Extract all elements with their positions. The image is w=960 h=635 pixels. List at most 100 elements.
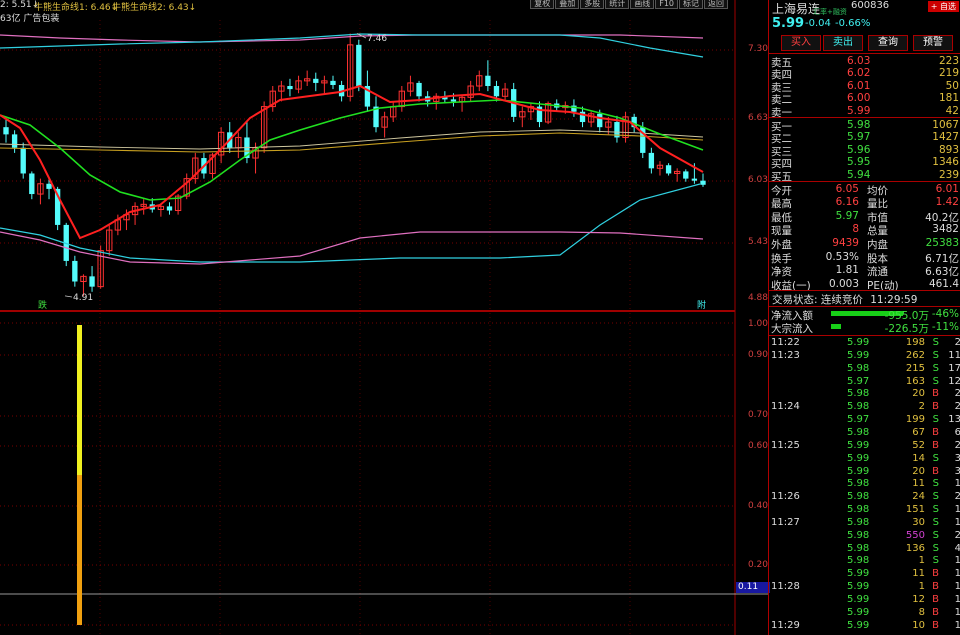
trade-button-3[interactable]: 预警: [913, 35, 953, 51]
tick-price: 5.99: [847, 568, 870, 580]
flow-pct: -11%: [931, 321, 959, 333]
toolbar-button-2[interactable]: 多股: [580, 0, 605, 9]
order-volume: 239: [938, 168, 959, 181]
tick-count: 2: [954, 337, 960, 348]
flow-pct: -46%: [931, 308, 959, 320]
tick-row[interactable]: 5.98 151 S 1: [771, 504, 960, 517]
tick-count: 2: [954, 529, 960, 541]
tick-count: 4: [954, 542, 960, 554]
toolbar-button-5[interactable]: F10: [655, 0, 678, 9]
candle-body: [597, 113, 603, 128]
trade-button-1[interactable]: 卖出: [823, 35, 863, 51]
tick-price: 5.98: [847, 478, 870, 490]
tick-volume: 52: [912, 439, 925, 451]
kline-chart-area[interactable]: 2: 5.51↓ 牛熊生命线1: 6.46↓ 牛熊生命线2: 6.43↓ 63亿…: [0, 0, 768, 635]
tick-volume: 550: [905, 529, 925, 541]
tick-count: 1: [954, 594, 960, 605]
tick-row[interactable]: 5.99 20 B 3: [771, 466, 960, 479]
tick-volume: 163: [905, 375, 925, 387]
tick-row[interactable]: 5.98 11 S 1: [771, 478, 960, 491]
tick-row[interactable]: 11:27 5.98 30 S 1: [771, 517, 960, 530]
tick-volume: 10: [912, 619, 925, 631]
tick-row[interactable]: 5.99 14 S 3: [771, 453, 960, 466]
tick-row[interactable]: 5.99 11 B 1: [771, 568, 960, 581]
tick-row[interactable]: 11:22 5.99 198 S 2: [771, 337, 960, 350]
tick-side: B: [932, 401, 939, 413]
low-marker: [64, 295, 73, 298]
tick-price: 5.98: [847, 529, 870, 541]
trade-status-value: 连续竞价: [820, 294, 863, 306]
tick-row[interactable]: 5.98 67 B 6: [771, 427, 960, 440]
toolbar-button-1[interactable]: 叠加: [555, 0, 580, 9]
tick-count: 12: [948, 375, 960, 387]
tick-volume: 12: [912, 594, 925, 605]
low-price-label: 4.91: [73, 293, 93, 303]
tick-volume: 20: [912, 388, 925, 400]
tick-volume: 8: [918, 606, 925, 618]
tick-time: 11:24: [771, 401, 800, 413]
order-volume: 50: [945, 79, 959, 92]
price-chart[interactable]: 7.46 4.91 跌 附: [0, 0, 768, 635]
tick-price: 5.99: [847, 606, 870, 618]
toolbar-button-4[interactable]: 画线: [630, 0, 655, 9]
tick-row[interactable]: 5.98 20 B 2: [771, 388, 960, 401]
tick-count: 11: [948, 349, 960, 361]
candle-body: [72, 260, 78, 282]
tick-side: S: [932, 504, 939, 516]
tick-row[interactable]: 5.98 550 S 2: [771, 530, 960, 543]
tick-row[interactable]: 5.98 1 S 1: [771, 555, 960, 568]
tick-row[interactable]: 5.97 163 S 12: [771, 376, 960, 389]
tick-row[interactable]: 5.99 8 B 1: [771, 607, 960, 620]
trade-button-0[interactable]: 买入: [781, 35, 821, 51]
tick-count: 1: [954, 581, 960, 593]
candle-body: [416, 82, 422, 97]
candle-body: [648, 152, 655, 169]
toolbar-button-3[interactable]: 统计: [605, 0, 630, 9]
tick-side: S: [932, 349, 939, 361]
buy-row: 买二 5.97 1427: [771, 131, 959, 145]
buy-row: 买一 5.98 1067: [771, 119, 959, 133]
tick-count: 1: [954, 516, 960, 528]
tick-time: 11:27: [771, 516, 800, 528]
high-price-label: 7.46: [367, 34, 387, 44]
tick-count: 13: [948, 414, 960, 426]
order-volume: 1427: [932, 131, 959, 144]
toolbar-button-6[interactable]: 标记: [679, 0, 703, 9]
trade-status-time: 11:29:59: [870, 294, 918, 306]
tick-row[interactable]: 11:26 5.98 24 S 2: [771, 491, 960, 504]
toolbar-button-0[interactable]: 复权: [530, 0, 555, 9]
buy-row: 买四 5.95 1346: [771, 156, 959, 170]
tick-row[interactable]: 5.97 199 S 13: [771, 414, 960, 427]
stat-value: 6.01: [935, 183, 959, 195]
indicator-axis-label: 1.00: [747, 319, 768, 329]
indicator-axis-label: 0.40: [747, 501, 768, 511]
tick-row[interactable]: 5.98 215 S 17: [771, 363, 960, 376]
tick-row[interactable]: 5.98 136 S 4: [771, 543, 960, 556]
candle-body: [166, 206, 173, 211]
candle-body: [356, 44, 362, 87]
tick-side: B: [932, 465, 939, 477]
indicator-axis-label: 0.90: [747, 350, 768, 360]
tick-volume: 262: [905, 349, 925, 361]
tick-row[interactable]: 11:24 5.98 2 B 2: [771, 401, 960, 414]
tick-volume: 215: [905, 362, 925, 374]
tick-side: B: [932, 594, 939, 605]
upper-band-cyan: [0, 33, 704, 58]
tick-row[interactable]: 11:28 5.99 1 B 1: [771, 581, 960, 594]
tick-row[interactable]: 11:25 5.99 52 B 2: [771, 440, 960, 453]
upper-band-pink: [0, 34, 704, 43]
price-change: -0.04: [805, 18, 831, 29]
tick-row[interactable]: 11:23 5.99 262 S 11: [771, 350, 960, 363]
indicator-axis-label: 0.70: [747, 410, 768, 420]
add-watchlist-button[interactable]: + 自选: [927, 1, 959, 12]
flow-row: 净流入额 -955.0万 -46%: [771, 308, 959, 322]
stock-code: 600836: [851, 0, 890, 11]
stat-row: 净资 1.81 流通 6.63亿: [771, 264, 959, 278]
trade-button-2[interactable]: 查询: [868, 35, 908, 51]
toolbar-button-7[interactable]: 返回: [704, 0, 728, 9]
tick-row[interactable]: 11:29 5.99 10 B 1: [771, 620, 960, 633]
candle-body: [11, 134, 18, 148]
tick-row[interactable]: 5.99 12 B 1: [771, 594, 960, 607]
stat-value: 0.53%: [825, 251, 859, 263]
tick-side: S: [932, 542, 939, 554]
